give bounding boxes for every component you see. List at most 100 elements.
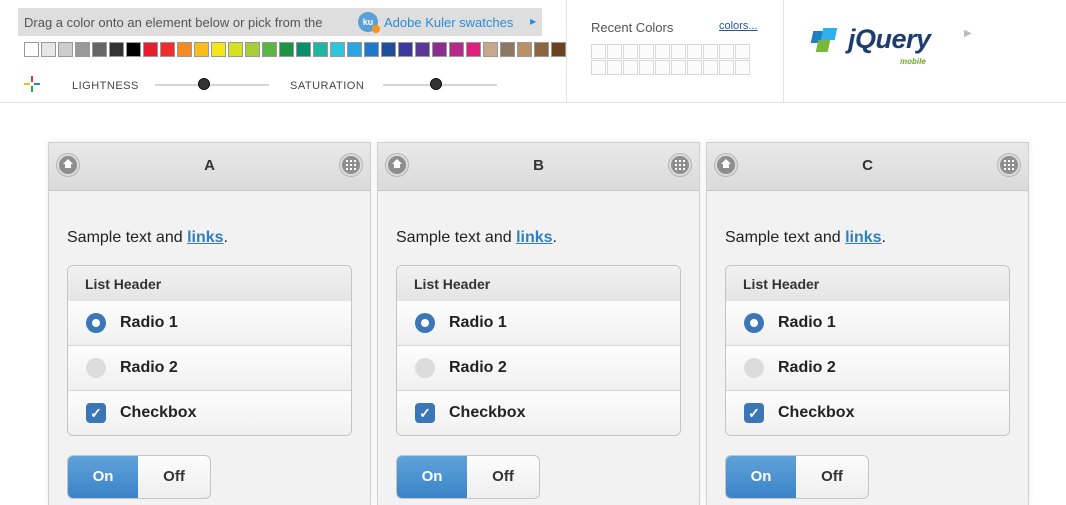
recent-color-cell[interactable]	[687, 60, 702, 75]
recent-color-cell[interactable]	[639, 60, 654, 75]
recent-color-cell[interactable]	[623, 60, 638, 75]
checkbox-label[interactable]: Checkbox	[120, 404, 196, 422]
color-swatch[interactable]	[296, 42, 311, 57]
grid-button[interactable]	[998, 154, 1020, 176]
color-swatch[interactable]	[279, 42, 294, 57]
radio-unselected-icon[interactable]	[744, 358, 764, 378]
recent-color-cell[interactable]	[655, 44, 670, 59]
saturation-slider-handle[interactable]	[430, 78, 443, 90]
checkbox-checked-icon[interactable]: ✓	[415, 403, 435, 423]
checkbox-checked-icon[interactable]: ✓	[744, 403, 764, 423]
color-swatch[interactable]	[194, 42, 209, 57]
recent-color-cell[interactable]	[591, 44, 606, 59]
color-swatch[interactable]	[211, 42, 226, 57]
on-off-toggle[interactable]: On Off	[725, 455, 869, 499]
sample-link[interactable]: links	[845, 229, 881, 246]
grid-button[interactable]	[669, 154, 691, 176]
radio-2-item[interactable]: Radio 2	[68, 346, 351, 391]
checkbox-label[interactable]: Checkbox	[778, 404, 854, 422]
kuler-arrow-icon[interactable]: ▶	[530, 17, 536, 26]
radio-selected-icon[interactable]	[744, 313, 764, 333]
color-swatch[interactable]	[177, 42, 192, 57]
logo-arrow-icon[interactable]: ▶	[964, 28, 972, 39]
checkbox-item[interactable]: ✓ Checkbox	[68, 391, 351, 435]
lightness-slider[interactable]	[155, 84, 269, 86]
colors-link[interactable]: colors...	[719, 20, 758, 32]
recent-color-cell[interactable]	[655, 60, 670, 75]
color-swatch[interactable]	[75, 42, 90, 57]
color-swatch[interactable]	[517, 42, 532, 57]
radio-selected-icon[interactable]	[86, 313, 106, 333]
color-swatch[interactable]	[381, 42, 396, 57]
color-swatch[interactable]	[109, 42, 124, 57]
toggle-on-button[interactable]: On	[726, 456, 796, 498]
sample-link[interactable]: links	[516, 229, 552, 246]
color-swatch[interactable]	[262, 42, 277, 57]
recent-color-cell[interactable]	[671, 44, 686, 59]
toggle-off-button[interactable]: Off	[138, 456, 210, 498]
panel-header[interactable]: B	[378, 143, 699, 191]
color-swatch[interactable]	[228, 42, 243, 57]
radio-2-label[interactable]: Radio 2	[120, 359, 178, 377]
color-swatch[interactable]	[245, 42, 260, 57]
panel-header[interactable]: C	[707, 143, 1028, 191]
panel-header[interactable]: A	[49, 143, 370, 191]
color-swatch[interactable]	[364, 42, 379, 57]
recent-color-cell[interactable]	[703, 60, 718, 75]
recent-color-cell[interactable]	[735, 44, 750, 59]
radio-2-label[interactable]: Radio 2	[449, 359, 507, 377]
color-swatch[interactable]	[500, 42, 515, 57]
recent-color-cell[interactable]	[735, 60, 750, 75]
radio-2-item[interactable]: Radio 2	[726, 346, 1009, 391]
color-swatch[interactable]	[92, 42, 107, 57]
color-swatch[interactable]	[126, 42, 141, 57]
toggle-on-button[interactable]: On	[68, 456, 138, 498]
recent-color-cell[interactable]	[719, 44, 734, 59]
theme-panel-a[interactable]: A Sample text and links. List Header Rad…	[48, 142, 371, 505]
checkbox-item[interactable]: ✓ Checkbox	[726, 391, 1009, 435]
color-swatch[interactable]	[483, 42, 498, 57]
radio-unselected-icon[interactable]	[415, 358, 435, 378]
color-swatch[interactable]	[347, 42, 362, 57]
color-swatch[interactable]	[143, 42, 158, 57]
color-swatch[interactable]	[449, 42, 464, 57]
sample-link[interactable]: links	[187, 229, 223, 246]
recent-color-cell[interactable]	[703, 44, 718, 59]
radio-selected-icon[interactable]	[415, 313, 435, 333]
recent-color-cell[interactable]	[639, 44, 654, 59]
toggle-off-button[interactable]: Off	[467, 456, 539, 498]
color-swatch[interactable]	[398, 42, 413, 57]
radio-1-label[interactable]: Radio 1	[449, 314, 507, 332]
toggle-off-button[interactable]: Off	[796, 456, 868, 498]
color-swatch[interactable]	[58, 42, 73, 57]
on-off-toggle[interactable]: On Off	[67, 455, 211, 499]
on-off-toggle[interactable]: On Off	[396, 455, 540, 499]
radio-1-item[interactable]: Radio 1	[68, 301, 351, 346]
recent-color-cell[interactable]	[719, 60, 734, 75]
color-swatch[interactable]	[41, 42, 56, 57]
color-swatch[interactable]	[466, 42, 481, 57]
recent-color-cell[interactable]	[687, 44, 702, 59]
radio-unselected-icon[interactable]	[86, 358, 106, 378]
color-swatch[interactable]	[313, 42, 328, 57]
recent-color-cell[interactable]	[607, 60, 622, 75]
color-swatch[interactable]	[415, 42, 430, 57]
color-swatch[interactable]	[24, 42, 39, 57]
color-swatch[interactable]	[551, 42, 566, 57]
recent-color-cell[interactable]	[671, 60, 686, 75]
radio-1-item[interactable]: Radio 1	[397, 301, 680, 346]
theme-panel-c[interactable]: C Sample text and links. List Header Rad…	[706, 142, 1029, 505]
radio-1-label[interactable]: Radio 1	[778, 314, 836, 332]
color-swatch[interactable]	[534, 42, 549, 57]
checkbox-checked-icon[interactable]: ✓	[86, 403, 106, 423]
color-swatch[interactable]	[432, 42, 447, 57]
recent-color-cell[interactable]	[591, 60, 606, 75]
radio-2-label[interactable]: Radio 2	[778, 359, 836, 377]
lightness-slider-handle[interactable]	[197, 78, 210, 90]
color-swatch[interactable]	[160, 42, 175, 57]
theme-panel-b[interactable]: B Sample text and links. List Header Rad…	[377, 142, 700, 505]
radio-1-item[interactable]: Radio 1	[726, 301, 1009, 346]
grid-button[interactable]	[340, 154, 362, 176]
checkbox-item[interactable]: ✓ Checkbox	[397, 391, 680, 435]
radio-2-item[interactable]: Radio 2	[397, 346, 680, 391]
